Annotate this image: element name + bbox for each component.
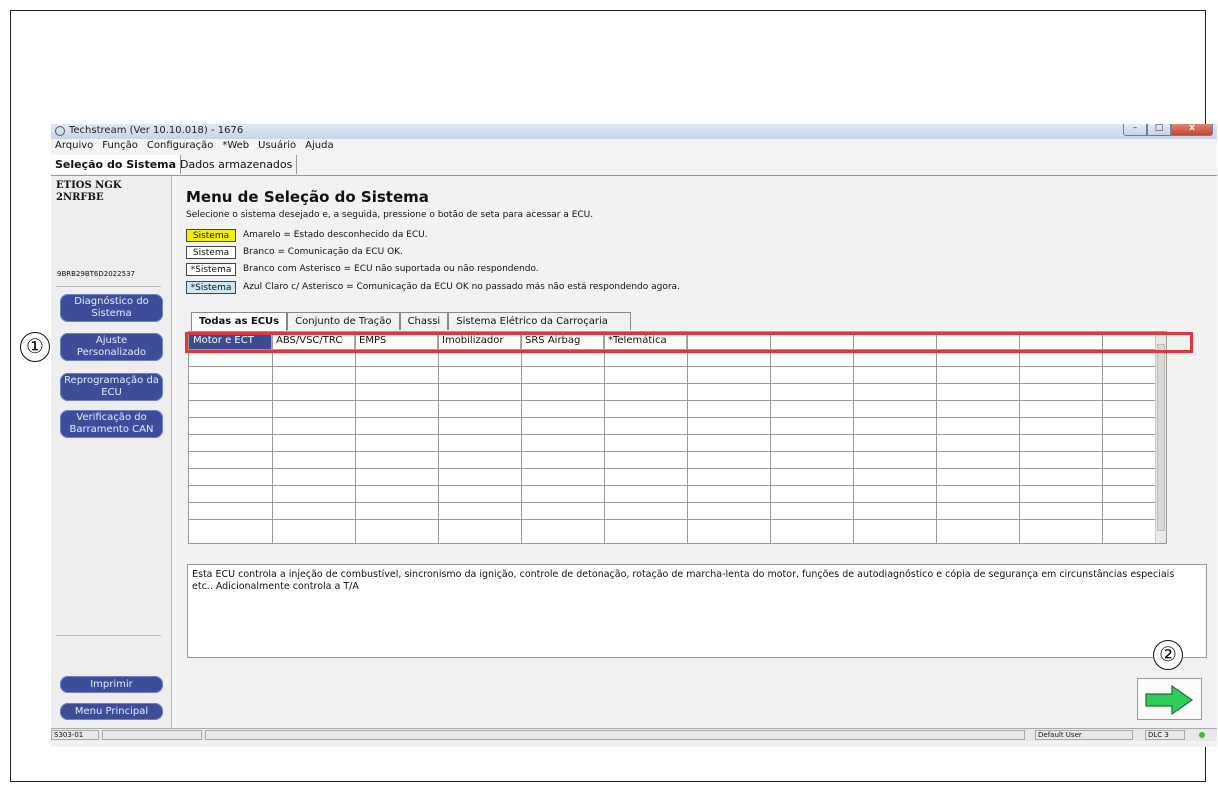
legend-text: Branco = Comunicação da ECU OK. bbox=[243, 247, 403, 257]
grid-row-line bbox=[189, 383, 1156, 384]
window-controls: – □ x bbox=[1123, 124, 1213, 137]
grid-row-line bbox=[189, 519, 1156, 520]
tab-selecao-sistema[interactable]: Seleção do Sistema bbox=[51, 155, 182, 174]
sidebar-divider bbox=[56, 286, 161, 287]
grid-column-line bbox=[853, 332, 854, 543]
window-title: Techstream (Ver 10.10.018) - 1676 bbox=[69, 125, 244, 136]
main-content: Menu de Seleção do Sistema Selecione o s… bbox=[172, 176, 1217, 728]
grid-column-line bbox=[936, 332, 937, 543]
legend-text: Azul Claro c/ Asterisco = Comunicação da… bbox=[243, 282, 680, 292]
grid-column-line bbox=[521, 332, 522, 543]
page-title: Menu de Seleção do Sistema bbox=[186, 188, 429, 206]
vehicle-info: ETIOS NGK 2NRFBE bbox=[56, 180, 122, 204]
main-tabs: Seleção do Sistema Dados armazenados bbox=[51, 153, 1217, 176]
app-icon bbox=[55, 126, 65, 136]
verificacao-can-button[interactable]: Verificação do Barramento CAN bbox=[60, 410, 163, 438]
instruction-text: Selecione o sistema desejado e, a seguid… bbox=[186, 210, 594, 220]
reprogramacao-button[interactable]: Reprogramação da ECU bbox=[60, 373, 163, 401]
legend-swatch-lightblue-asterisk: *Sistema bbox=[186, 280, 236, 294]
callout-2: ② bbox=[1153, 640, 1183, 670]
legend-swatch-white-asterisk: *Sistema bbox=[186, 262, 236, 276]
tab-todas-ecus[interactable]: Todas as ECUs bbox=[191, 312, 288, 331]
grid-row-line bbox=[189, 434, 1156, 435]
ecu-grid: Motor e ECT ABS/VSC/TRC EMPS Imobilizado… bbox=[188, 331, 1167, 544]
status-code: S303-01 bbox=[51, 730, 99, 740]
menu-funcao[interactable]: Função bbox=[98, 139, 143, 153]
tab-conjunto-tracao[interactable]: Conjunto de Tração bbox=[287, 312, 400, 330]
vehicle-model: ETIOS NGK bbox=[56, 180, 122, 191]
grid-column-line bbox=[770, 332, 771, 543]
grid-column-line bbox=[272, 332, 273, 543]
tab-sistema-eletrico[interactable]: Sistema Elétrico da Carroçaria bbox=[448, 312, 631, 330]
sidebar: ETIOS NGK 2NRFBE 9BRB29BT6D2022537 Diagn… bbox=[51, 176, 172, 728]
grid-column-line bbox=[687, 332, 688, 543]
status-user: Default User bbox=[1035, 730, 1133, 740]
description-box: Esta ECU controla a injeção de combustív… bbox=[187, 564, 1207, 658]
legend-text: Amarelo = Estado desconhecido da ECU. bbox=[243, 230, 428, 240]
arrow-right-icon bbox=[1145, 684, 1194, 716]
menu-principal-button[interactable]: Menu Principal bbox=[60, 703, 163, 720]
callout-1: ① bbox=[20, 332, 50, 362]
sidebar-divider bbox=[56, 635, 161, 636]
grid-scrollbar[interactable] bbox=[1155, 332, 1166, 543]
highlight-box bbox=[185, 332, 1193, 353]
ecu-description: Esta ECU controla a injeção de combustív… bbox=[192, 569, 1175, 592]
legend-text: Branco com Asterisco = ECU não suportada… bbox=[243, 264, 539, 274]
next-arrow-button[interactable] bbox=[1137, 678, 1202, 720]
legend-row: Sistema Branco = Comunicação da ECU OK. bbox=[186, 245, 403, 259]
vin-number: 9BRB29BT6D2022537 bbox=[57, 270, 135, 278]
connection-status-icon bbox=[1199, 732, 1205, 738]
vehicle-engine: 2NRFBE bbox=[56, 192, 104, 203]
menu-web[interactable]: *Web bbox=[218, 139, 254, 153]
legend-swatch-white: Sistema bbox=[186, 245, 236, 259]
grid-column-line bbox=[1102, 332, 1103, 543]
ajuste-personalizado-button[interactable]: Ajuste Personalizado bbox=[60, 333, 163, 361]
menu-configuracao[interactable]: Configuração bbox=[143, 139, 218, 153]
menu-usuario[interactable]: Usuário bbox=[254, 139, 301, 153]
grid-row-line bbox=[189, 451, 1156, 452]
grid-row-line bbox=[189, 468, 1156, 469]
grid-column-line bbox=[604, 332, 605, 543]
grid-row-line bbox=[189, 485, 1156, 486]
minimize-button[interactable]: – bbox=[1123, 124, 1147, 136]
status-panel bbox=[102, 730, 202, 740]
diagnostico-button[interactable]: Diagnóstico do Sistema bbox=[60, 294, 163, 322]
grid-column-line bbox=[1019, 332, 1020, 543]
menu-ajuda[interactable]: Ajuda bbox=[301, 139, 338, 153]
tab-dados-armazenados[interactable]: Dados armazenados bbox=[176, 155, 298, 174]
status-panel bbox=[205, 730, 1025, 740]
title-bar: Techstream (Ver 10.10.018) - 1676 – □ x bbox=[51, 124, 1217, 139]
grid-row-line bbox=[189, 400, 1156, 401]
grid-row-line bbox=[189, 366, 1156, 367]
maximize-button[interactable]: □ bbox=[1147, 124, 1171, 136]
menu-bar: Arquivo Função Configuração *Web Usuário… bbox=[51, 139, 1217, 153]
grid-row-line bbox=[189, 502, 1156, 503]
app-window: Techstream (Ver 10.10.018) - 1676 – □ x … bbox=[51, 124, 1217, 747]
tab-chassi[interactable]: Chassi bbox=[399, 312, 449, 330]
grid-row-line bbox=[189, 417, 1156, 418]
ecu-tabs: Todas as ECUs Conjunto de Tração Chassi … bbox=[191, 312, 631, 331]
legend-row: Sistema Amarelo = Estado desconhecido da… bbox=[186, 228, 428, 242]
menu-arquivo[interactable]: Arquivo bbox=[51, 139, 98, 153]
close-button[interactable]: x bbox=[1171, 124, 1213, 136]
status-connection: DLC 3 bbox=[1145, 730, 1185, 740]
grid-column-line bbox=[355, 332, 356, 543]
grid-column-line bbox=[438, 332, 439, 543]
legend-row: *Sistema Azul Claro c/ Asterisco = Comun… bbox=[186, 280, 680, 294]
legend-row: *Sistema Branco com Asterisco = ECU não … bbox=[186, 262, 539, 276]
legend-swatch-yellow: Sistema bbox=[186, 228, 236, 242]
scroll-thumb[interactable] bbox=[1157, 344, 1165, 531]
imprimir-button[interactable]: Imprimir bbox=[60, 676, 163, 693]
status-bar: S303-01 Default User DLC 3 bbox=[51, 728, 1217, 741]
